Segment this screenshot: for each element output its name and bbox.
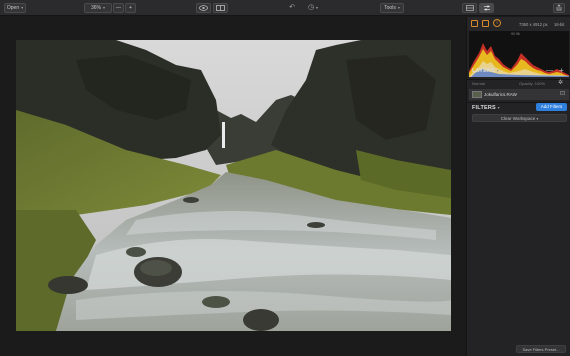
chevron-down-icon: ▾ — [497, 105, 500, 110]
landscape-photo — [16, 40, 451, 331]
sliders-icon[interactable] — [479, 3, 494, 13]
chevron-down-icon: ▾ — [496, 68, 499, 73]
layer-opacity[interactable]: Opacity: 100% — [519, 81, 545, 86]
compare-icon[interactable] — [213, 3, 228, 13]
gear-icon[interactable]: ✲ — [558, 79, 563, 86]
zoom-out-button[interactable]: — — [113, 3, 124, 13]
top-toolbar: Open ▾ 36% ▾ — + ↶ ◷ ▾ Tools ▾ — [0, 0, 570, 16]
chevron-down-icon: ▾ — [397, 5, 400, 10]
zoom-in-label: + — [129, 5, 132, 11]
right-panel: i 7360 x 4912 px 16-bit 90 96 LAYERS ▾ —… — [466, 17, 570, 356]
clear-workspace-label: Clear Workspace — [500, 116, 536, 121]
clear-workspace-button[interactable]: Clear Workspace ▾ — [472, 114, 567, 122]
layer-file-name: Jokulfarics.RAW — [484, 92, 517, 97]
save-filters-preset-button[interactable]: Save Filters Preset... — [516, 345, 566, 353]
image-canvas[interactable] — [0, 17, 466, 356]
layers-title[interactable]: LAYERS ▾ — [472, 68, 499, 74]
chevron-down-icon: ▾ — [536, 117, 539, 121]
zoom-out-label: — — [116, 5, 121, 11]
filters-title[interactable]: FILTERS ▾ — [472, 105, 500, 111]
zoom-in-button[interactable]: + — [125, 3, 136, 13]
divider — [467, 79, 570, 80]
tools-label: Tools — [384, 5, 396, 11]
layer-row[interactable]: Jokulfarics.RAW ⊡ — [469, 89, 569, 100]
zoom-value: 36% — [90, 5, 101, 11]
eye-icon[interactable] — [196, 3, 211, 13]
histogram-readout: 90 96 — [511, 32, 520, 36]
layers-toggle-icon[interactable] — [482, 20, 489, 27]
chevron-down-icon: ▾ — [21, 5, 24, 10]
zoom-select[interactable]: 36% ▾ — [84, 3, 112, 13]
photo-preview[interactable] — [16, 40, 451, 331]
histogram-header: i 7360 x 4912 px 16-bit — [467, 17, 570, 31]
share-icon[interactable] — [553, 3, 565, 13]
image-dimensions: 7360 x 4912 px — [519, 22, 548, 27]
open-label: Open — [6, 5, 20, 11]
lock-icon[interactable]: ⊡ — [560, 90, 565, 97]
tools-button[interactable]: Tools ▾ — [380, 3, 404, 13]
layer-thumbnail — [472, 91, 482, 98]
layer-remove-icon[interactable]: — — [546, 67, 553, 74]
history-icon[interactable]: ◷ ▾ — [304, 3, 322, 13]
bit-depth: 16-bit — [554, 22, 565, 27]
blend-mode[interactable]: Normal — [472, 81, 485, 86]
chevron-down-icon: ▾ — [103, 5, 106, 10]
filters-title-text: FILTERS — [472, 105, 496, 111]
undo-icon[interactable]: ↶ — [287, 3, 297, 13]
info-icon[interactable]: i — [493, 19, 501, 27]
open-button[interactable]: Open ▾ — [4, 3, 26, 13]
image-icon[interactable] — [471, 20, 478, 27]
add-layer-icon[interactable]: + — [559, 66, 564, 75]
layout-icon[interactable] — [462, 3, 477, 13]
app-window: Open ▾ 36% ▾ — + ↶ ◷ ▾ Tools ▾ i 7360 x … — [0, 0, 570, 356]
layers-title-text: LAYERS — [472, 68, 496, 74]
add-filters-button[interactable]: Add Filters — [536, 103, 567, 111]
